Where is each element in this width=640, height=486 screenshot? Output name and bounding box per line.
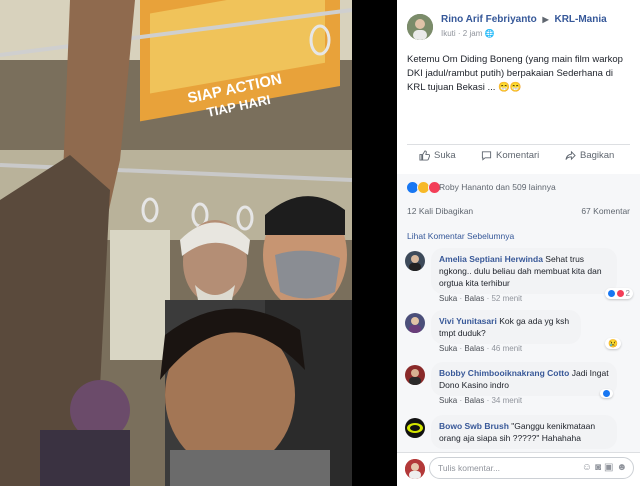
commenter-avatar[interactable]	[405, 365, 425, 385]
reactions-bar[interactable]: Roby Hananto dan 509 lainnya	[397, 174, 640, 200]
comment-meta: Suka · Balas · 34 menit	[439, 396, 523, 405]
sticker-icon[interactable]: ☻	[616, 462, 627, 473]
comment-bubble: Bobby Chimbooiknakrang Cotto Jadi Ingat …	[431, 362, 617, 396]
author-avatar[interactable]	[407, 14, 433, 40]
share-button[interactable]: Bagikan	[565, 150, 614, 161]
comment-bubble: Vivi Yunitasari Kok ga ada yg ksh tmpt d…	[431, 310, 581, 344]
comment-label: Komentari	[496, 150, 540, 161]
avatar-image	[405, 313, 425, 333]
comment-like-link[interactable]: Suka	[439, 344, 457, 353]
comment-input[interactable]: Tulis komentar... ☺ ◙ ▣ ☻	[429, 457, 634, 479]
comment-bubble: Bowo Swb Brush "Ganggu kenikmataan orang…	[431, 415, 617, 449]
composer-icons: ☺ ◙ ▣ ☻	[582, 462, 627, 473]
comments-section: Lihat Komentar Sebelumnya Amelia Septian…	[397, 222, 640, 486]
globe-icon: 🌐	[484, 29, 495, 38]
like-icon	[607, 290, 615, 297]
caret-right-icon: ▶	[542, 15, 549, 24]
comment-reaction-count: 2	[625, 289, 630, 298]
comment-reply-link[interactable]: Balas	[464, 344, 484, 353]
view-previous-comments[interactable]: Lihat Komentar Sebelumnya	[407, 231, 514, 241]
commenter-avatar[interactable]	[405, 313, 425, 333]
divider	[407, 144, 630, 145]
post-header: Rino Arif Febriyanto ▶ KRL-Mania Ikuti ·…	[407, 12, 637, 42]
comment-bubble: Amelia Septiani Herwinda Sehat trus ngko…	[431, 248, 617, 294]
gif-icon[interactable]: ▣	[604, 462, 613, 473]
commenter-name[interactable]: Vivi Yunitasari	[439, 316, 497, 326]
comment-meta: Suka · Balas · 52 menit	[439, 294, 523, 303]
comment-reactions[interactable]: 😢	[605, 338, 621, 349]
camera-icon[interactable]: ◙	[595, 462, 601, 473]
post-photo[interactable]: SIAP ACTION TIAP HARI	[0, 0, 352, 486]
comment-reply-link[interactable]: Balas	[464, 294, 484, 303]
comment-meta: Suka · Balas · 46 menit	[439, 344, 523, 353]
commenter-name[interactable]: Amelia Septiani Herwinda	[439, 254, 543, 264]
love-icon	[616, 290, 624, 297]
reaction-icons	[406, 181, 441, 194]
like-icon	[603, 390, 610, 397]
comment-icon	[481, 151, 492, 161]
user-avatar	[405, 459, 425, 479]
avatar-image	[405, 251, 425, 271]
comment-time[interactable]: 46 menit	[491, 344, 522, 353]
commenter-name[interactable]: Bobby Chimbooiknakrang Cotto	[439, 368, 569, 378]
post-title-line: Rino Arif Febriyanto ▶ KRL-Mania	[441, 14, 607, 25]
comment-reply-link[interactable]: Balas	[464, 396, 484, 405]
comment-button[interactable]: Komentari	[481, 150, 539, 161]
comment-time[interactable]: 34 menit	[491, 396, 522, 405]
reaction-summary[interactable]: Roby Hananto dan 509 lainnya	[439, 182, 556, 192]
comment-count[interactable]: 67 Komentar	[581, 206, 630, 216]
thumbs-up-icon	[419, 150, 430, 161]
commenter-avatar[interactable]	[405, 418, 425, 438]
avatar-image	[407, 14, 433, 40]
post-stats: 12 Kali Dibagikan 67 Komentar	[397, 200, 640, 222]
avatar-image	[405, 418, 425, 438]
comment-time[interactable]: 52 menit	[491, 294, 522, 303]
avatar-image	[405, 365, 425, 385]
comment-like-link[interactable]: Suka	[439, 294, 457, 303]
post-meta: Ikuti · 2 jam 🌐	[441, 29, 495, 38]
comment-composer: Tulis komentar... ☺ ◙ ▣ ☻	[397, 452, 640, 486]
like-label: Suka	[434, 150, 456, 161]
sad-icon: 😢	[608, 339, 618, 348]
comment-input-placeholder: Tulis komentar...	[438, 463, 501, 473]
comment-reactions[interactable]: 2	[604, 288, 633, 299]
commenter-name[interactable]: Bowo Swb Brush	[439, 421, 509, 431]
follow-link[interactable]: Ikuti	[441, 29, 456, 38]
comment-like-link[interactable]: Suka	[439, 396, 457, 405]
share-label: Bagikan	[580, 150, 615, 161]
avatar-image	[405, 459, 425, 479]
train-interior-image: SIAP ACTION TIAP HARI	[0, 0, 352, 486]
author-name[interactable]: Rino Arif Febriyanto	[441, 14, 537, 25]
commenter-avatar[interactable]	[405, 251, 425, 271]
comment-reactions[interactable]	[600, 389, 613, 398]
share-count[interactable]: 12 Kali Dibagikan	[407, 206, 473, 216]
emoji-icon[interactable]: ☺	[582, 462, 592, 473]
post-panel: Rino Arif Febriyanto ▶ KRL-Mania Ikuti ·…	[397, 0, 640, 486]
post-time[interactable]: 2 jam	[463, 29, 483, 38]
share-icon	[565, 150, 576, 161]
group-name[interactable]: KRL-Mania	[554, 14, 606, 25]
post-text: Ketemu Om Diding Boneng (yang main film …	[407, 54, 623, 93]
like-button[interactable]: Suka	[419, 150, 456, 161]
post-actions: Suka Komentari Bagikan	[407, 150, 632, 168]
